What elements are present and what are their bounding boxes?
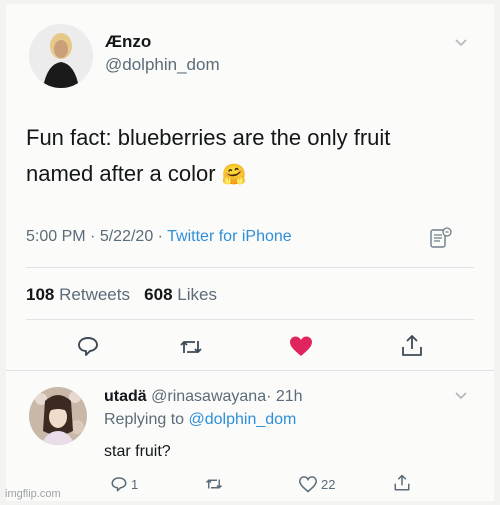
divider xyxy=(26,319,474,320)
hugging-face-emoji: 🤗 xyxy=(221,164,247,186)
reply-author-name[interactable]: utadä xyxy=(104,388,147,405)
tweet-date[interactable]: 5/22/20 xyxy=(100,228,153,245)
avatar-image xyxy=(29,24,93,88)
tweet-stats: 108 Retweets 608 Likes xyxy=(26,285,217,305)
like-label: Likes xyxy=(177,285,217,304)
reply-icon[interactable] xyxy=(76,334,100,358)
chevron-down-icon[interactable] xyxy=(454,391,468,401)
meta-separator: · xyxy=(90,228,96,245)
replying-to-handle[interactable]: @dolphin_dom xyxy=(189,411,297,428)
tweet-text-line2: named after a color 🤗 xyxy=(26,158,247,191)
meta-separator: · xyxy=(157,228,163,245)
like-icon-filled[interactable] xyxy=(288,334,314,358)
author-handle[interactable]: @dolphin_dom xyxy=(105,55,220,75)
share-icon[interactable] xyxy=(400,333,424,359)
reply-author-handle[interactable]: @rinasawayana xyxy=(151,388,266,405)
tweet-card: Ænzo @dolphin_dom Fun fact: blueberries … xyxy=(6,4,494,501)
share-icon[interactable] xyxy=(393,473,411,493)
retweet-stat[interactable]: 108 Retweets xyxy=(26,285,130,304)
analytics-icon[interactable] xyxy=(429,226,453,250)
reply-reply-action[interactable]: 1 xyxy=(110,475,138,493)
reply-text: star fruit? xyxy=(104,443,171,460)
like-stat[interactable]: 608 Likes xyxy=(144,285,217,304)
tweet-text-line1: Fun fact: blueberries are the only fruit xyxy=(26,125,391,150)
tweet-meta: 5:00 PM · 5/22/20 · Twitter for iPhone xyxy=(26,228,292,246)
replying-to: Replying to @dolphin_dom xyxy=(104,411,296,429)
reply-header: utadä @rinasawayana· 21h xyxy=(104,388,303,406)
retweet-icon[interactable] xyxy=(178,335,204,359)
like-count: 608 xyxy=(144,285,173,304)
author-name[interactable]: Ænzo xyxy=(105,32,151,52)
chevron-down-icon[interactable] xyxy=(454,38,468,48)
reply-author-avatar[interactable] xyxy=(29,387,87,445)
divider xyxy=(26,267,474,268)
reply-like-action[interactable]: 22 xyxy=(298,475,335,493)
watermark: imgflip.com xyxy=(5,488,61,500)
reply-like-count: 22 xyxy=(321,476,336,492)
retweet-count: 108 xyxy=(26,285,55,304)
tweet-time[interactable]: 5:00 PM xyxy=(26,228,86,245)
avatar-image xyxy=(29,387,87,445)
like-icon xyxy=(298,476,318,493)
divider xyxy=(6,370,494,371)
replying-to-prefix: Replying to xyxy=(104,411,185,428)
retweet-label: Retweets xyxy=(59,285,130,304)
tweet-source[interactable]: Twitter for iPhone xyxy=(167,228,292,245)
reply-icon xyxy=(111,477,127,492)
retweet-icon[interactable] xyxy=(204,475,224,493)
tweet-text-line2-text: named after a color xyxy=(26,161,216,186)
reply-age[interactable]: 21h xyxy=(276,388,303,405)
author-avatar[interactable] xyxy=(29,24,93,88)
reply-separator: · xyxy=(266,388,272,405)
reply-reply-count: 1 xyxy=(131,476,139,492)
